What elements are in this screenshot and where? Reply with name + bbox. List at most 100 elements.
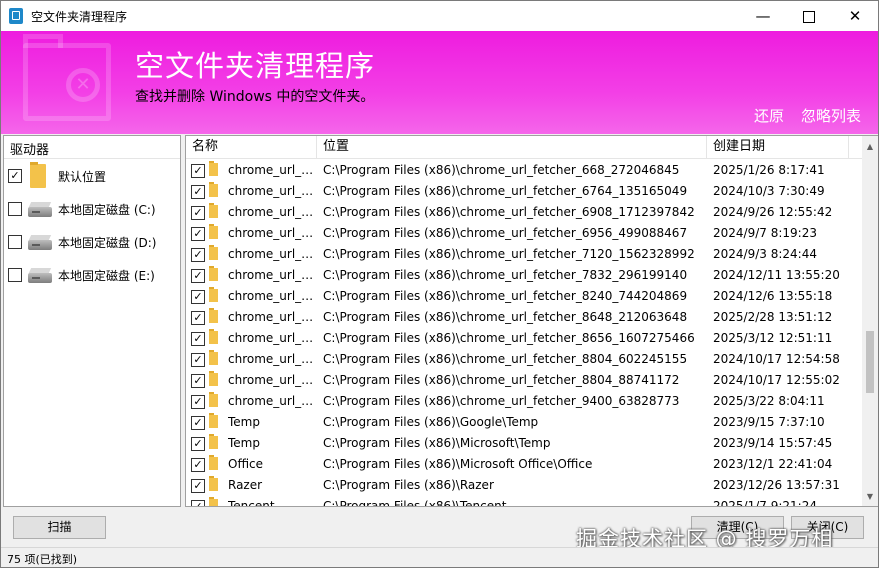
table-row[interactable]: ✓ chrome_url_fe... C:\Program Files (x86)\… xyxy=(186,286,862,307)
row-checkbox[interactable]: ✓ xyxy=(191,332,205,346)
banner-title: 空文件夹清理程序 xyxy=(135,49,376,83)
cell-name: Temp xyxy=(228,436,260,450)
row-checkbox[interactable]: ✓ xyxy=(191,269,205,283)
drive-item[interactable]: 本地固定磁盘 (E:) xyxy=(4,261,180,291)
drive-checkbox[interactable] xyxy=(8,268,22,282)
cell-path: C:\Program Files (x86)\chrome_url_fetche… xyxy=(323,268,688,282)
drive-checkbox[interactable]: ✓ xyxy=(8,169,22,183)
maximize-icon xyxy=(803,10,815,23)
cell-name: chrome_url_fe... xyxy=(228,247,314,261)
folder-icon xyxy=(209,413,218,428)
folder-icon xyxy=(209,434,218,449)
table-row[interactable]: ✓ Temp C:\Program Files (x86)\Microsoft\Te… xyxy=(186,433,862,454)
cell-path: C:\Program Files (x86)\chrome_url_fetche… xyxy=(323,352,688,366)
folder-icon xyxy=(209,455,218,470)
drive-label: 本地固定磁盘 (C:) xyxy=(58,203,156,217)
status-text: 75 项(已找到) xyxy=(7,553,78,566)
restore-link[interactable]: 还原 xyxy=(754,105,784,126)
drive-label: 本地固定磁盘 (D:) xyxy=(58,236,157,250)
folder-icon xyxy=(209,161,218,176)
column-header-name[interactable]: 名称 xyxy=(186,136,317,158)
cell-name: chrome_url_fe... xyxy=(228,289,314,303)
cell-path: C:\Program Files (x86)\chrome_url_fetche… xyxy=(323,394,680,408)
cell-path: C:\Program Files (x86)\chrome_url_fetche… xyxy=(323,205,695,219)
cell-date: 2024/9/26 12:55:42 xyxy=(713,205,833,219)
table-row[interactable]: ✓ Razer C:\Program Files (x86)\Razer 2023/1… xyxy=(186,475,862,496)
cell-name: Temp xyxy=(228,415,260,429)
table-row[interactable]: ✓ chrome_url_fe... C:\Program Files (x86)\… xyxy=(186,181,862,202)
row-checkbox[interactable]: ✓ xyxy=(191,311,205,325)
minimize-button[interactable]: — xyxy=(740,1,786,31)
cell-path: C:\Program Files (x86)\chrome_url_fetche… xyxy=(323,331,695,345)
vertical-scrollbar[interactable]: ▲ ▼ xyxy=(862,136,878,506)
cell-path: C:\Program Files (x86)\chrome_url_fetche… xyxy=(323,373,680,387)
folder-icon xyxy=(209,329,218,344)
table-row[interactable]: ✓ chrome_url_fe... C:\Program Files (x86)\… xyxy=(186,244,862,265)
row-checkbox[interactable]: ✓ xyxy=(191,290,205,304)
column-header-date[interactable]: 创建日期 xyxy=(707,136,849,158)
row-checkbox[interactable]: ✓ xyxy=(191,395,205,409)
row-checkbox[interactable]: ✓ xyxy=(191,437,205,451)
table-row[interactable]: ✓ chrome_url_fe... C:\Program Files (x86)\… xyxy=(186,391,862,412)
scan-button[interactable]: 扫描 xyxy=(13,516,106,539)
drive-item[interactable]: 本地固定磁盘 (C:) xyxy=(4,195,180,225)
table-row[interactable]: ✓ Tencent C:\Program Files (x86)\Tencent 20… xyxy=(186,496,862,507)
drives-header[interactable]: 驱动器 xyxy=(4,136,180,159)
folder-icon xyxy=(209,392,218,407)
drives-header-label: 驱动器 xyxy=(10,143,50,158)
title-bar[interactable]: 空文件夹清理程序 — ✕ xyxy=(1,1,878,31)
folder-icon xyxy=(209,224,218,239)
cell-name: chrome_url_fe... xyxy=(228,331,314,345)
table-row[interactable]: ✓ chrome_url_fe... C:\Program Files (x86)\… xyxy=(186,223,862,244)
table-row[interactable]: ✓ Office C:\Program Files (x86)\Microsoft … xyxy=(186,454,862,475)
cell-date: 2024/12/11 13:55:20 xyxy=(713,268,840,282)
cell-date: 2024/10/3 7:30:49 xyxy=(713,184,825,198)
scroll-up-icon[interactable]: ▲ xyxy=(862,138,878,155)
list-header: 名称 位置 创建日期 xyxy=(186,136,862,159)
cell-path: C:\Program Files (x86)\chrome_url_fetche… xyxy=(323,184,688,198)
cell-date: 2025/1/7 9:21:24 xyxy=(713,499,817,507)
row-checkbox[interactable]: ✓ xyxy=(191,353,205,367)
cell-name: chrome_url_fe... xyxy=(228,163,314,177)
row-checkbox[interactable]: ✓ xyxy=(191,185,205,199)
drive-checkbox[interactable] xyxy=(8,202,22,216)
cell-path: C:\Program Files (x86)\chrome_url_fetche… xyxy=(323,310,688,324)
row-checkbox[interactable]: ✓ xyxy=(191,374,205,388)
row-checkbox[interactable]: ✓ xyxy=(191,416,205,430)
cell-date: 2023/9/14 15:57:45 xyxy=(713,436,833,450)
drive-label: 本地固定磁盘 (E:) xyxy=(58,269,155,283)
cell-path: C:\Program Files (x86)\chrome_url_fetche… xyxy=(323,163,680,177)
drive-item[interactable]: 本地固定磁盘 (D:) xyxy=(4,228,180,258)
table-row[interactable]: ✓ chrome_url_fe... C:\Program Files (x86)\… xyxy=(186,202,862,223)
ignore-list-link[interactable]: 忽略列表 xyxy=(801,105,861,126)
table-row[interactable]: ✓ chrome_url_fe... C:\Program Files (x86)\… xyxy=(186,370,862,391)
folder-icon xyxy=(209,287,218,302)
drive-item[interactable]: ✓ 默认位置 xyxy=(4,162,180,192)
table-row[interactable]: ✓ chrome_url_fe... C:\Program Files (x86)\… xyxy=(186,307,862,328)
column-header-path[interactable]: 位置 xyxy=(317,136,707,158)
table-row[interactable]: ✓ chrome_url_fe... C:\Program Files (x86)\… xyxy=(186,265,862,286)
row-checkbox[interactable]: ✓ xyxy=(191,479,205,493)
cell-date: 2025/1/26 8:17:41 xyxy=(713,163,825,177)
row-checkbox[interactable]: ✓ xyxy=(191,206,205,220)
folder-icon xyxy=(209,476,218,491)
scroll-thumb[interactable] xyxy=(866,331,874,393)
cell-date: 2023/9/15 7:37:10 xyxy=(713,415,825,429)
drive-checkbox[interactable] xyxy=(8,235,22,249)
cell-date: 2023/12/1 22:41:04 xyxy=(713,457,833,471)
table-row[interactable]: ✓ chrome_url_fe... C:\Program Files (x86)\… xyxy=(186,328,862,349)
row-checkbox[interactable]: ✓ xyxy=(191,164,205,178)
close-window-button[interactable]: ✕ xyxy=(832,1,878,31)
table-row[interactable]: ✓ Temp C:\Program Files (x86)\Google\Temp 2… xyxy=(186,412,862,433)
scroll-down-icon[interactable]: ▼ xyxy=(862,488,878,505)
row-checkbox[interactable]: ✓ xyxy=(191,227,205,241)
row-checkbox[interactable]: ✓ xyxy=(191,458,205,472)
table-row[interactable]: ✓ chrome_url_fe... C:\Program Files (x86)\… xyxy=(186,160,862,181)
row-checkbox[interactable]: ✓ xyxy=(191,248,205,262)
maximize-button[interactable] xyxy=(786,1,832,31)
table-row[interactable]: ✓ chrome_url_fe... C:\Program Files (x86)\… xyxy=(186,349,862,370)
cell-name: chrome_url_fe... xyxy=(228,205,314,219)
cell-date: 2024/10/17 12:55:02 xyxy=(713,373,840,387)
row-checkbox[interactable]: ✓ xyxy=(191,500,205,506)
drive-label: 默认位置 xyxy=(58,170,107,184)
